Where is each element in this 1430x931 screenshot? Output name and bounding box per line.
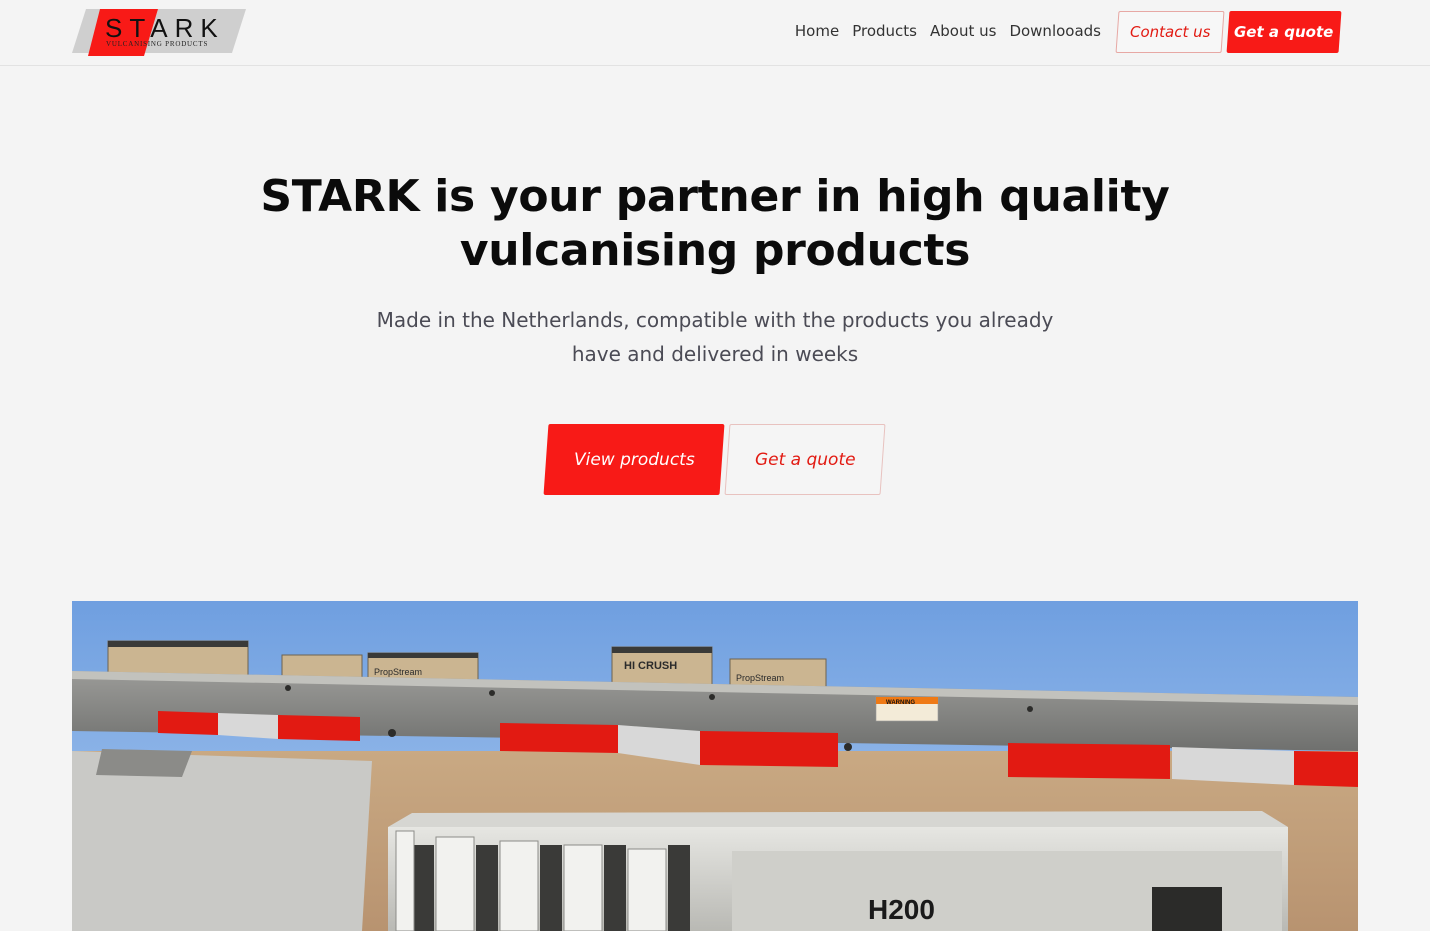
hero-title-line-2: vulcanising products: [459, 225, 971, 276]
logo-wordmark: STARK: [105, 13, 225, 43]
crate-label-propstream-1: PropStream: [374, 667, 422, 677]
hero-subtitle-line-1: Made in the Netherlands, compatible with…: [376, 308, 1054, 332]
conveyor-photo: HI CRUSH PropStream PropStream WARNING H…: [72, 601, 1358, 931]
header-get-quote-button[interactable]: Get a quote: [1226, 11, 1342, 53]
site-header: STARK VULCANISING PRODUCTS Home Products…: [0, 0, 1430, 66]
hero-get-quote-label: Get a quote: [754, 449, 856, 470]
contact-us-label: Contact us: [1129, 23, 1211, 41]
hero-subtitle-line-2: have and delivered in weeks: [571, 342, 859, 366]
machine-label: H200: [868, 894, 935, 925]
nav-downloads[interactable]: Downlooads: [1009, 22, 1101, 40]
contact-us-button[interactable]: Contact us: [1115, 11, 1225, 53]
nav-about-us[interactable]: About us: [930, 22, 996, 40]
stark-logo[interactable]: STARK VULCANISING PRODUCTS: [72, 9, 246, 56]
logo-tagline: VULCANISING PRODUCTS: [106, 40, 208, 48]
main-nav: Home Products About us Downlooads: [795, 22, 1101, 40]
hero-title: STARK is your partner in high quality vu…: [200, 170, 1230, 278]
view-products-label: View products: [573, 449, 695, 470]
hero-image-conveyor: HI CRUSH PropStream PropStream WARNING H…: [72, 601, 1358, 931]
nav-products[interactable]: Products: [852, 22, 917, 40]
warning-label: WARNING: [886, 700, 915, 706]
hero-get-quote-button[interactable]: Get a quote: [724, 424, 886, 495]
nav-home[interactable]: Home: [795, 22, 839, 40]
header-get-quote-label: Get a quote: [1234, 23, 1334, 41]
crate-label-hicrush: HI CRUSH: [624, 660, 677, 672]
crate-label-propstream-2: PropStream: [736, 673, 784, 683]
hero-subtitle: Made in the Netherlands, compatible with…: [370, 303, 1060, 371]
view-products-button[interactable]: View products: [543, 424, 725, 495]
hero-title-line-1: STARK is your partner in high quality: [260, 171, 1170, 222]
